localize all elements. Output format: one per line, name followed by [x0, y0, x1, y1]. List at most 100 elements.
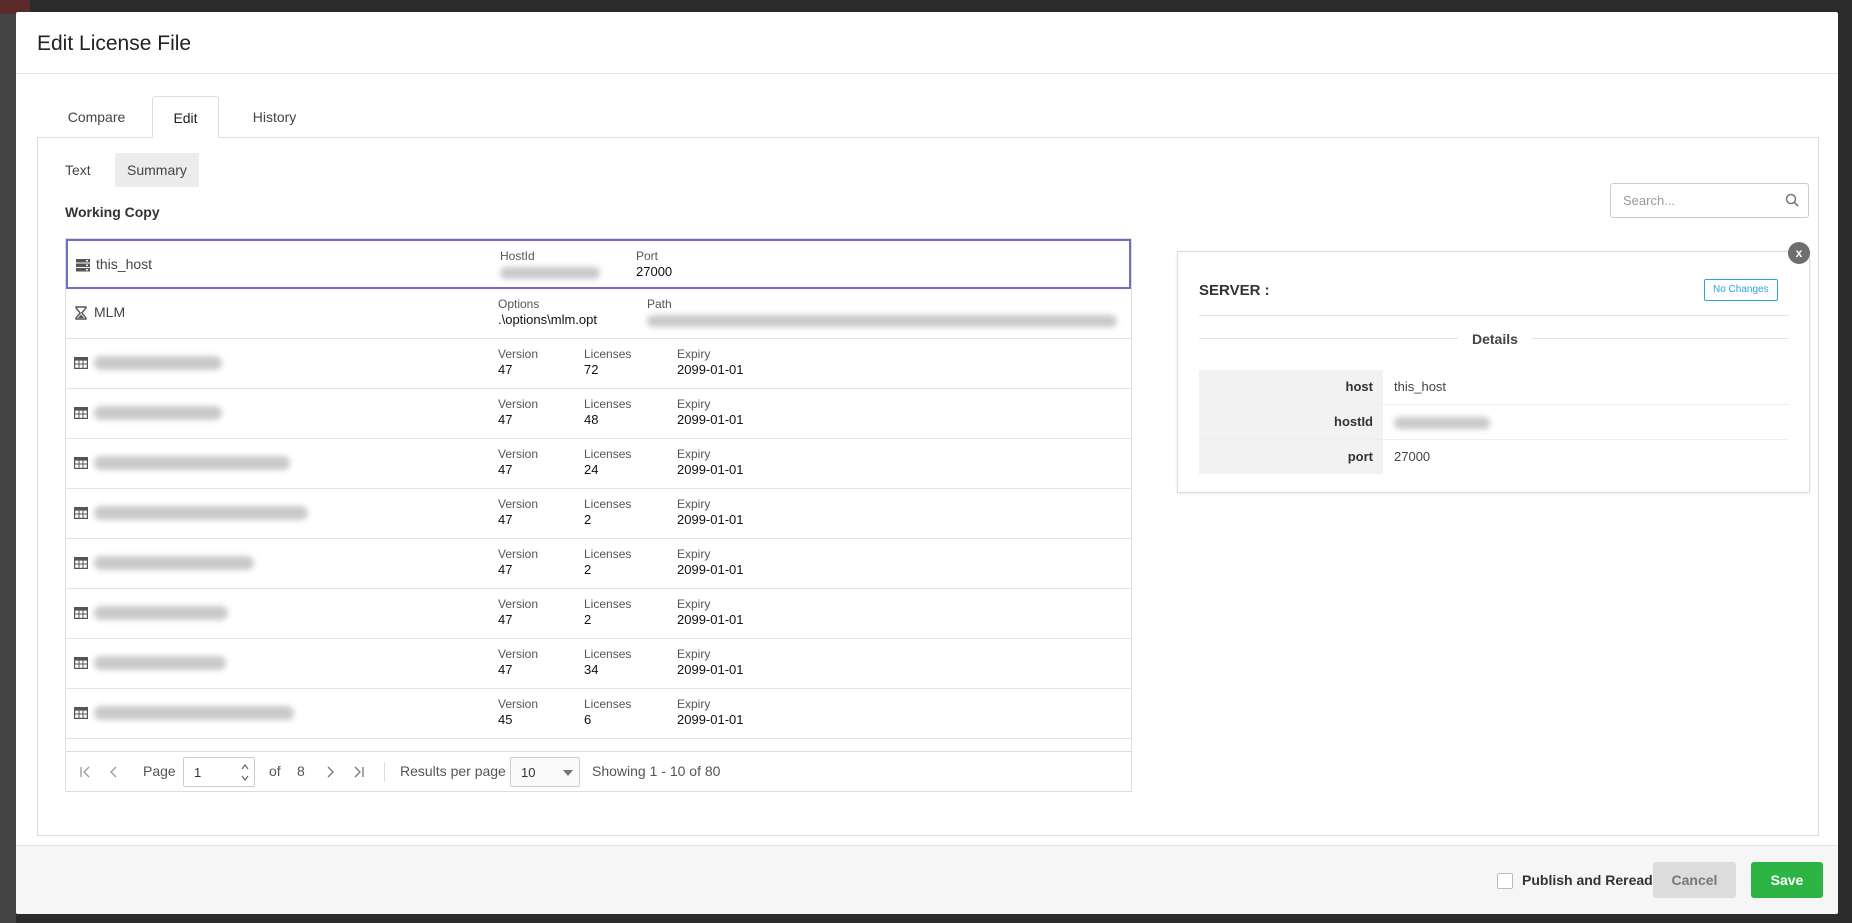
expiry-value: 2099-01-01 [677, 712, 744, 727]
version-field: Version 47 [498, 497, 538, 527]
path-field: Path [647, 297, 1117, 327]
vendor-row[interactable]: MLM Options .\options\mlm.opt Path [66, 289, 1131, 339]
detail-row-port: port 27000 [1199, 440, 1789, 475]
version-field: Version 47 [498, 447, 538, 477]
version-value: 47 [498, 662, 513, 677]
licenses-label: Licenses [584, 397, 632, 411]
expiry-value: 2099-01-01 [677, 612, 744, 627]
version-label: Version [498, 547, 539, 561]
edit-license-modal: Edit License File Compare Edit History T… [16, 12, 1838, 914]
version-label: Version [498, 597, 539, 611]
feature-name-redacted [94, 454, 290, 471]
feature-row[interactable]: Version 47 Licenses 48 Expiry 2099-01-01 [66, 389, 1131, 439]
search-icon[interactable] [1785, 193, 1799, 207]
modal-header: Edit License File [16, 12, 1838, 74]
version-field: Version 47 [498, 397, 538, 427]
page-number-stepper[interactable] [183, 757, 255, 787]
cancel-button[interactable]: Cancel [1653, 862, 1736, 898]
expiry-value: 2099-01-01 [677, 662, 744, 677]
table-icon [74, 707, 88, 720]
hostid-label: HostId [500, 249, 535, 263]
expiry-field: Expiry 2099-01-01 [677, 597, 744, 627]
licenses-field: Licenses 34 [584, 647, 631, 677]
close-detail-button[interactable]: x [1788, 242, 1810, 264]
server-row[interactable]: this_host HostId Port 27000 [66, 239, 1131, 289]
options-field: Options .\options\mlm.opt [498, 297, 597, 327]
expiry-label: Expiry [677, 347, 711, 361]
tab-edit[interactable]: Edit [152, 96, 219, 138]
feature-name-redacted [94, 354, 222, 371]
licenses-field: Licenses 2 [584, 597, 631, 627]
next-page-icon[interactable] [322, 764, 338, 780]
expiry-field: Expiry 2099-01-01 [677, 497, 744, 527]
detail-key: host [1199, 370, 1383, 404]
per-page-value: 10 [521, 765, 536, 780]
detail-value: this_host [1394, 379, 1447, 394]
feature-row[interactable]: Version 47 Licenses 24 Expiry 2099-01-01 [66, 439, 1131, 489]
table-icon [74, 607, 88, 620]
search-input[interactable] [1611, 184, 1771, 217]
caret-down-icon [563, 770, 573, 776]
background-app-strip [0, 0, 16, 923]
page-number-input[interactable] [184, 758, 234, 786]
feature-name-redacted [94, 404, 222, 421]
version-label: Version [498, 497, 539, 511]
last-page-icon[interactable] [350, 764, 366, 780]
detail-key: port [1199, 440, 1383, 474]
version-label: Version [498, 347, 539, 361]
tab-bar: Compare Edit History [36, 96, 1820, 138]
expiry-label: Expiry [677, 647, 711, 661]
publish-reread-checkbox[interactable] [1497, 873, 1513, 889]
search-box [1610, 183, 1809, 218]
table-icon [74, 657, 88, 670]
previous-page-icon[interactable] [106, 764, 122, 780]
subtab-text[interactable]: Text [53, 153, 103, 187]
path-label: Path [647, 297, 672, 311]
spin-down-icon[interactable] [239, 772, 251, 784]
tab-compare[interactable]: Compare [55, 96, 138, 138]
detail-value: 27000 [1394, 449, 1431, 464]
feature-row[interactable]: Version 47 Licenses 2 Expiry 2099-01-01 [66, 489, 1131, 539]
licenses-value: 2 [584, 612, 592, 627]
detail-heading: SERVER : [1199, 282, 1270, 299]
of-label: of [269, 763, 281, 779]
licenses-value: 34 [584, 662, 599, 677]
version-value: 45 [498, 712, 513, 727]
pager-divider [384, 762, 385, 782]
feature-row[interactable]: Version 47 Licenses 2 Expiry 2099-01-01 [66, 539, 1131, 589]
expiry-value: 2099-01-01 [677, 362, 744, 377]
version-field: Version 45 [498, 697, 538, 727]
version-value: 47 [498, 462, 513, 477]
table-icon [74, 357, 88, 370]
results-per-page-select[interactable]: 10 [510, 757, 580, 787]
detail-row-hostid: hostId [1199, 405, 1789, 440]
edit-panel: Text Summary Working Copy thi [37, 137, 1819, 836]
status-badge: No Changes [1704, 279, 1778, 301]
pagination-bar: Page of 8 [66, 751, 1131, 791]
version-label: Version [498, 397, 539, 411]
licenses-label: Licenses [584, 597, 632, 611]
path-redacted [647, 314, 1117, 327]
server-icon [76, 259, 90, 272]
version-field: Version 47 [498, 597, 538, 627]
hourglass-icon [75, 306, 87, 320]
expiry-label: Expiry [677, 547, 711, 561]
port-field: Port 27000 [636, 249, 672, 279]
subtab-summary[interactable]: Summary [115, 153, 199, 187]
feature-name-redacted [94, 704, 294, 721]
publish-reread-label[interactable]: Publish and Reread [1522, 872, 1653, 888]
page-label: Page [143, 763, 176, 779]
save-button[interactable]: Save [1751, 862, 1823, 898]
version-value: 47 [498, 612, 513, 627]
feature-row[interactable]: Version 47 Licenses 72 Expiry 2099-01-01 [66, 339, 1131, 389]
first-page-icon[interactable] [78, 764, 94, 780]
hostid-redacted [500, 266, 600, 279]
feature-row[interactable]: Version 45 Licenses 6 Expiry 2099-01-01 [66, 689, 1131, 739]
license-item-list: this_host HostId Port 27000 MLM Options … [65, 238, 1132, 792]
feature-row[interactable]: Version 47 Licenses 2 Expiry 2099-01-01 [66, 589, 1131, 639]
tab-history[interactable]: History [233, 96, 316, 138]
licenses-value: 24 [584, 462, 599, 477]
licenses-label: Licenses [584, 447, 632, 461]
feature-name-redacted [94, 654, 226, 671]
feature-row[interactable]: Version 47 Licenses 34 Expiry 2099-01-01 [66, 639, 1131, 689]
